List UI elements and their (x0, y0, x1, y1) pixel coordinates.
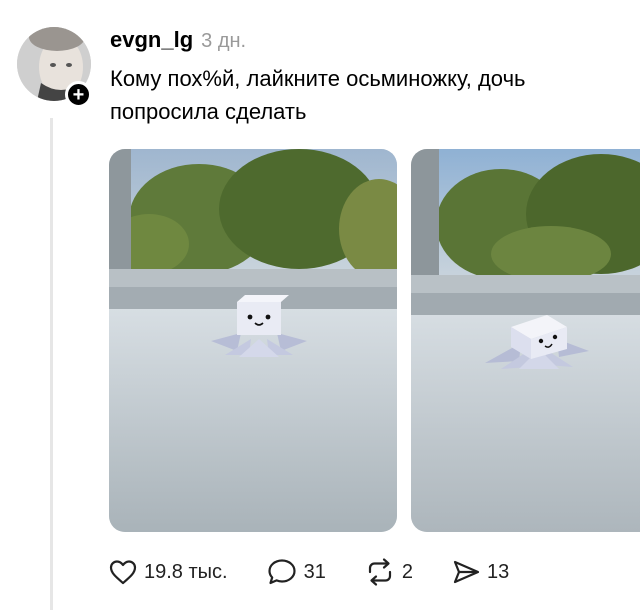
repost-arrows-icon (368, 558, 391, 586)
comment-count: 31 (303, 560, 326, 583)
send-paper-plane-icon (453, 560, 480, 584)
like-button[interactable]: 19.8 тыс. (108, 558, 228, 586)
repost-count: 2 (401, 560, 413, 583)
username[interactable]: evgn_lg (110, 27, 193, 53)
post-photo-2[interactable] (411, 149, 640, 532)
comment-button[interactable]: 31 (266, 557, 326, 587)
post-text: Кому пох%й, лайкните осьминожку, дочь по… (110, 66, 526, 124)
like-count: 19.8 тыс. (144, 560, 228, 583)
share-button[interactable]: 13 (451, 558, 509, 586)
share-count: 13 (486, 560, 510, 583)
post-photo-1[interactable] (109, 149, 397, 532)
comment-bubble-icon (267, 559, 296, 585)
timestamp: 3 дн. (201, 30, 247, 52)
post-actions: 19.8 тыс. 31 2 13 (108, 557, 547, 587)
follow-plus-icon[interactable]: + (65, 81, 92, 108)
post-header: evgn_lg 3 дн. (110, 27, 246, 53)
heart-icon (109, 560, 137, 585)
thread-line (50, 118, 53, 610)
repost-button[interactable]: 2 (364, 557, 413, 587)
